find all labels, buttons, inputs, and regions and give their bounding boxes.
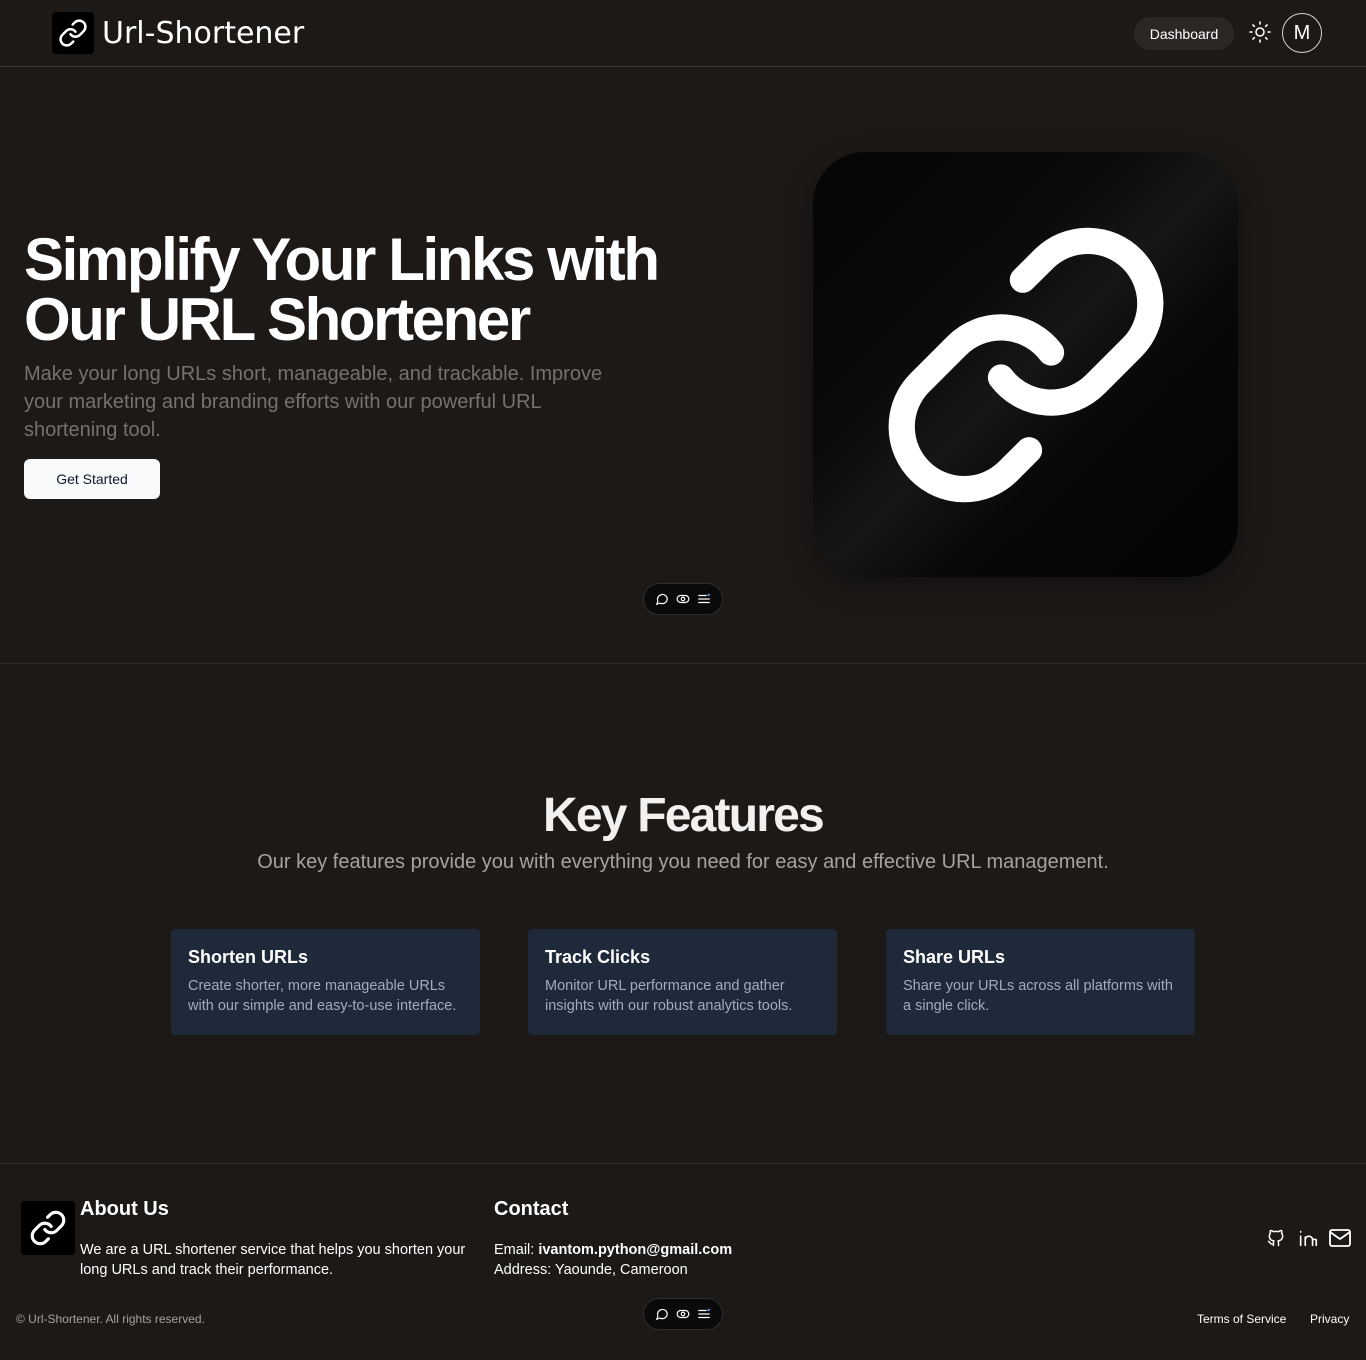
brand-link[interactable]: Url-Shortener [52,12,304,54]
site-header: Url-Shortener Dashboard M [0,0,1366,67]
privacy-link[interactable]: Privacy [1310,1312,1349,1326]
link-icon [52,12,94,54]
eye-icon[interactable] [674,590,692,608]
link-icon [876,215,1176,515]
menu-icon[interactable] [695,590,713,608]
mail-icon[interactable] [1328,1226,1352,1250]
feature-card-shorten: Shorten URLs Create shorter, more manage… [171,929,480,1035]
hero-illustration [813,152,1238,577]
terms-link[interactable]: Terms of Service [1197,1312,1286,1326]
github-icon[interactable] [1264,1226,1288,1250]
feature-card-text: Create shorter, more manageable URLs wit… [188,978,457,1014]
floating-toolbar [643,583,723,615]
user-avatar[interactable]: M [1282,13,1322,53]
hero-title: Simplify Your Links with Our URL Shorten… [24,230,704,350]
floating-toolbar [643,1298,723,1330]
eye-icon[interactable] [674,1305,692,1323]
footer-divider [0,1163,1366,1164]
feature-card-title: Share URLs [903,947,1006,967]
contact-title: Contact [494,1198,569,1220]
social-links [1264,1226,1352,1250]
email-label: Email: [494,1242,535,1258]
feature-card-title: Shorten URLs [188,947,309,967]
feature-card-title: Track Clicks [545,947,651,967]
section-divider [0,663,1366,664]
brand-name: Url-Shortener [102,15,305,51]
dashboard-button[interactable]: Dashboard [1134,17,1234,50]
about-title: About Us [80,1198,169,1220]
menu-icon[interactable] [695,1305,713,1323]
get-started-button[interactable]: Get Started [24,459,160,499]
feature-card-text: Monitor URL performance and gather insig… [545,978,793,1014]
features-subtitle: Our key features provide you with everyt… [257,851,1109,873]
contact-address: Address: Yaounde, Cameroon [494,1262,688,1278]
features-title: Key Features [543,789,825,842]
hero-title-line-2: Our URL Shortener [24,286,531,353]
feature-card-track: Track Clicks Monitor URL performance and… [528,929,837,1035]
feature-card-share: Share URLs Share your URLs across all pl… [886,929,1195,1035]
hero-subtitle: Make your long URLs short, manageable, a… [24,363,603,441]
copyright-text: © Url-Shortener. All rights reserved. [16,1312,205,1326]
sun-icon [1248,20,1272,44]
linkedin-icon[interactable] [1296,1226,1320,1250]
link-icon [21,1201,75,1255]
hero-title-line-1: Simplify Your Links with [24,226,660,293]
about-text: We are a URL shortener service that help… [80,1242,466,1278]
comment-icon[interactable] [653,1305,671,1323]
feature-card-text: Share your URLs across all platforms wit… [903,978,1173,1014]
email-link[interactable]: ivantom.python@gmail.com [538,1242,732,1258]
contact-email: Email: ivantom.python@gmail.com [494,1240,814,1260]
comment-icon[interactable] [653,590,671,608]
theme-toggle-button[interactable] [1246,18,1274,46]
